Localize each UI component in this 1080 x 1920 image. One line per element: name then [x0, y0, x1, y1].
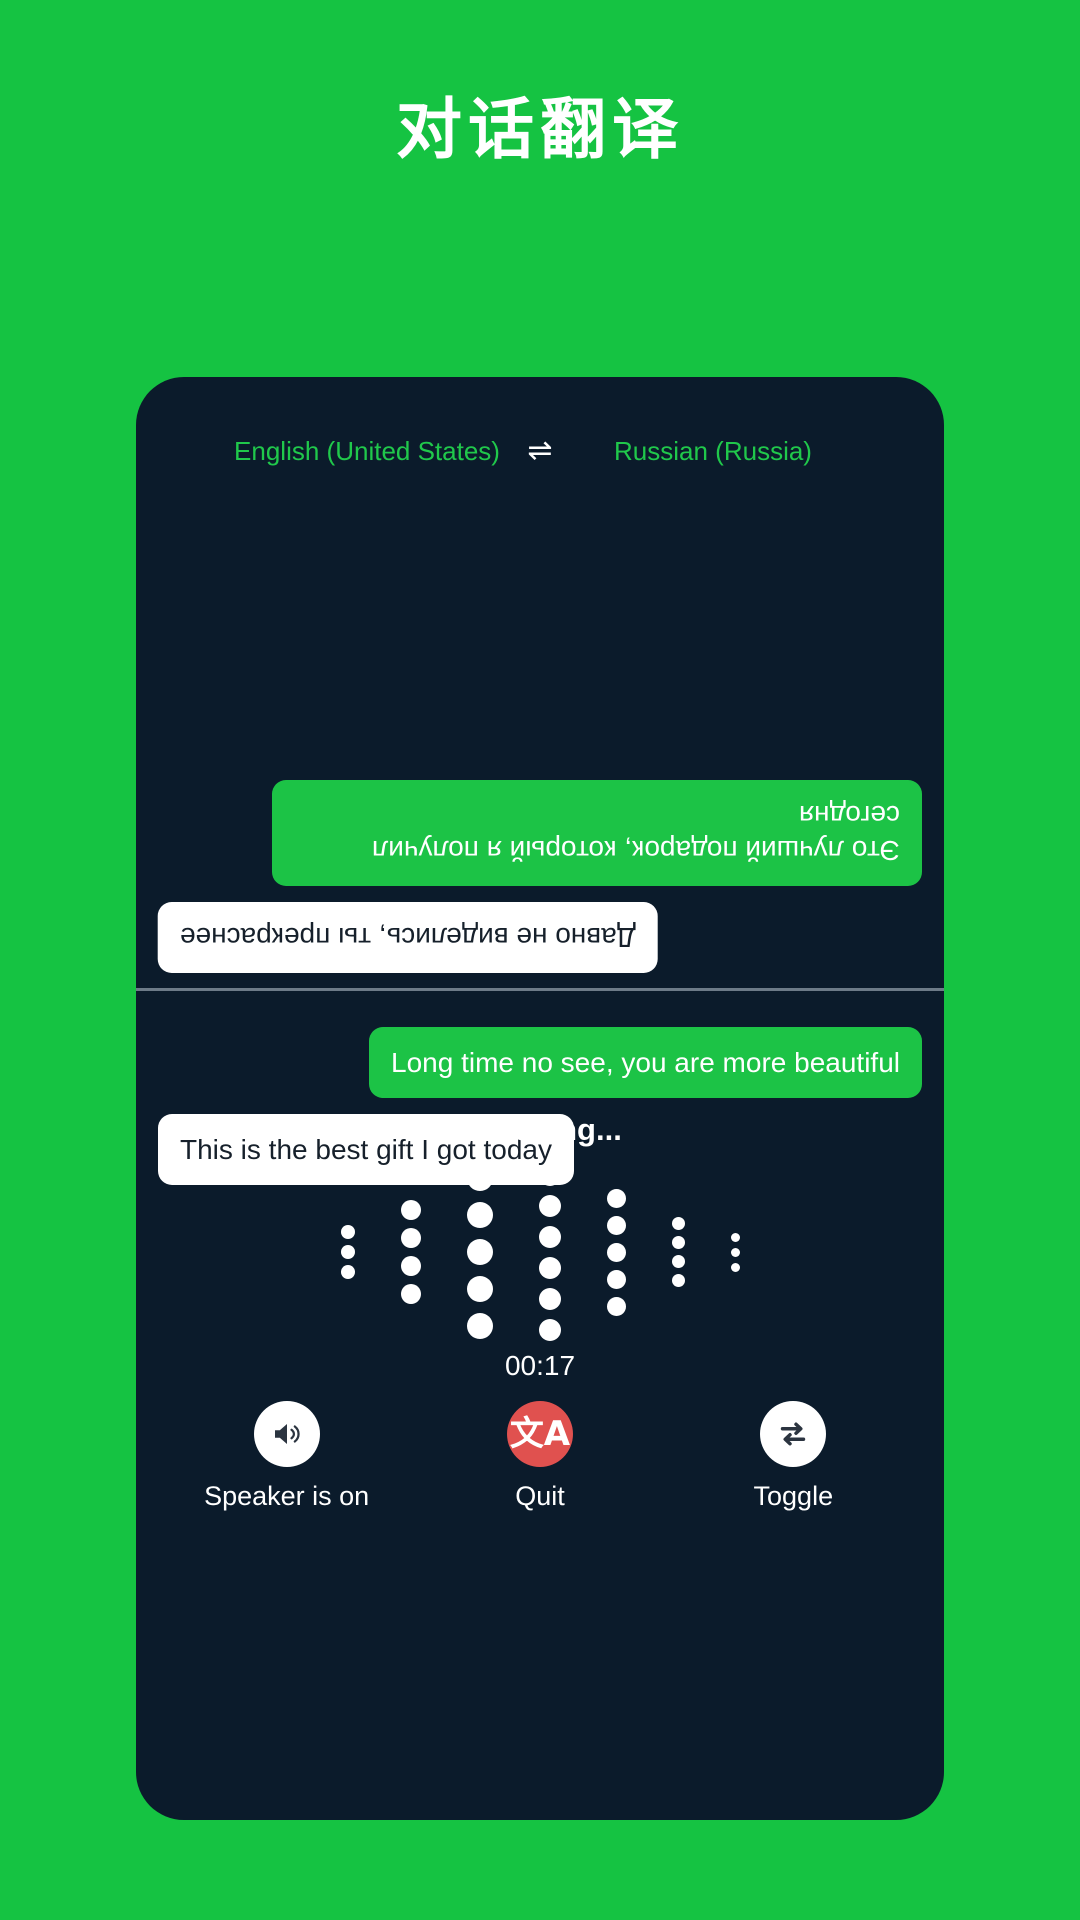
target-language-selector[interactable]: Russian (Russia) [563, 436, 863, 467]
waveform-dot [466, 1239, 493, 1265]
speaker-button[interactable]: Speaker is on [172, 1401, 402, 1512]
waveform-dot [671, 1274, 685, 1287]
message-bubble[interactable]: Это лучший подарок, который я получил се… [272, 780, 922, 886]
message-bubble[interactable]: Long time no see, you are more beautiful [369, 1027, 922, 1098]
speaker-on-icon [274, 1423, 300, 1445]
waveform-dot [538, 1318, 561, 1341]
phone-frame: English (United States) ⇌ Russian (Russi… [136, 377, 944, 1820]
language-bar: English (United States) ⇌ Russian (Russi… [136, 429, 944, 473]
toggle-button-label: Toggle [753, 1481, 834, 1511]
waveform-dot [466, 1276, 493, 1302]
listening-status: Listening... [458, 1112, 622, 1147]
waveform-column [671, 1217, 685, 1287]
toggle-button[interactable]: Toggle [678, 1401, 908, 1512]
toggle-button-circle[interactable] [760, 1401, 827, 1467]
waveform-dot [538, 1287, 561, 1310]
waveform-dot [606, 1215, 626, 1235]
waveform-dot [671, 1236, 685, 1249]
waveform-dot [606, 1269, 626, 1289]
waveform-dot [606, 1296, 626, 1316]
message-bubble[interactable]: Давно не виделись, ты прекраснее [158, 902, 658, 973]
waveform-dot [730, 1247, 740, 1257]
quit-button[interactable]: 文A Quit [425, 1401, 655, 1512]
waveform-column [606, 1188, 626, 1316]
waveform-dot [538, 1256, 561, 1279]
waveform-dot [340, 1225, 355, 1239]
swap-horizontal-icon[interactable]: ⇌ [517, 436, 563, 466]
waveform-dot [538, 1225, 561, 1248]
waveform-dot [466, 1202, 493, 1228]
waveform-dot [606, 1242, 626, 1262]
translate-icon: 文A [509, 1414, 571, 1454]
swap-repeat-icon [781, 1422, 806, 1446]
control-bar: Speaker is on 文A Quit Toggle [136, 1401, 944, 1512]
waveform-dot [538, 1194, 561, 1217]
waveform-dot [671, 1255, 685, 1268]
source-language-selector[interactable]: English (United States) [217, 436, 517, 467]
waveform-dot [730, 1232, 740, 1242]
quit-button-label: Quit [515, 1481, 565, 1511]
conversation-pane-top: Это лучший подарок, который я получил се… [136, 497, 944, 989]
waveform-dot [400, 1200, 421, 1220]
waveform-dot [400, 1256, 421, 1276]
waveform-dot [400, 1228, 421, 1248]
message-row: Это лучший подарок, который я получил се… [158, 780, 922, 886]
waveform-dot [538, 1163, 561, 1186]
waveform-dot [606, 1188, 626, 1208]
message-row: Давно не виделись, ты прекраснее [158, 902, 922, 973]
speaker-button-circle[interactable] [253, 1401, 320, 1467]
recording-timer: 00:17 [504, 1350, 576, 1381]
waveform-column [340, 1225, 355, 1279]
waveform-dot [671, 1217, 685, 1230]
waveform-column [466, 1165, 493, 1339]
waveform-column [538, 1163, 561, 1341]
waveform-column [400, 1200, 421, 1304]
quit-button-circle[interactable]: 文A [506, 1401, 573, 1467]
waveform-dot [340, 1265, 355, 1279]
page-title: 对话翻译 [396, 91, 684, 168]
waveform-dot [340, 1245, 355, 1259]
waveform-column [730, 1232, 740, 1272]
message-row: Long time no see, you are more beautiful [158, 1027, 922, 1098]
waveform-dot [730, 1262, 740, 1272]
waveform-dot [400, 1284, 421, 1304]
waveform-dot [466, 1313, 493, 1339]
waveform-dot [466, 1165, 493, 1191]
speaker-button-label: Speaker is on [204, 1481, 370, 1511]
audio-waveform [136, 1157, 944, 1347]
